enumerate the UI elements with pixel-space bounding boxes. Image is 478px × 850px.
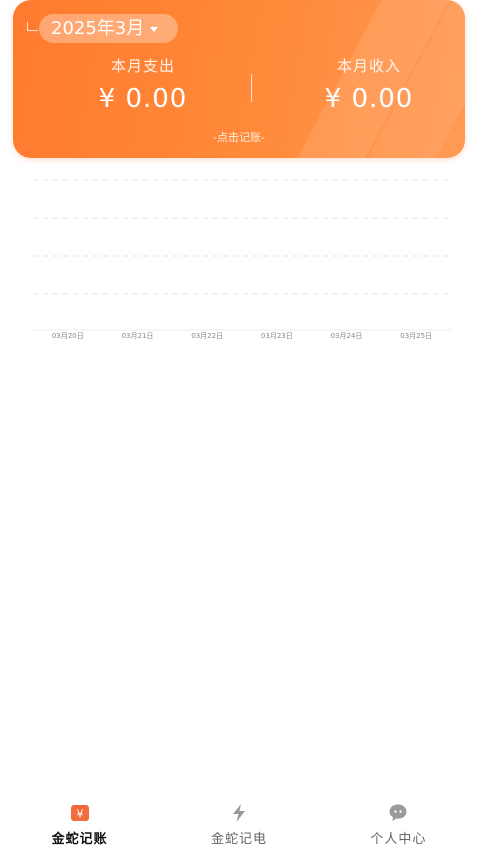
tab-label: 金蛇记电 bbox=[210, 832, 267, 847]
monthly-summary-card: 2025年3月 本月支出 ¥ 0.00 本月收入 ¥ 0.00 -点击记账- bbox=[13, 0, 465, 158]
tab-electricity[interactable]: 金蛇记电 bbox=[159, 790, 318, 850]
caret-down-icon bbox=[150, 27, 159, 32]
bottom-tab-bar: ¥ 金蛇记账 金蛇记电 个人中心 bbox=[0, 790, 478, 850]
svg-text:¥: ¥ bbox=[76, 808, 83, 821]
chart-x-tick-label: 03月20日 bbox=[52, 332, 84, 340]
chart-x-tick-label: 03月23日 bbox=[261, 332, 293, 340]
daily-chart: 03月20日 03月21日 03月22日 03月23日 03月24日 03月25日 bbox=[33, 179, 451, 340]
chart-x-tick-label: 03月22日 bbox=[191, 332, 223, 340]
monthly-income: 本月收入 ¥ 0.00 bbox=[269, 55, 465, 114]
chat-bubble-icon bbox=[387, 802, 409, 824]
chart-x-tick-label: 03月21日 bbox=[122, 332, 154, 340]
monthly-expense: 本月支出 ¥ 0.00 bbox=[43, 55, 243, 114]
income-value: ¥ 0.00 bbox=[324, 84, 414, 114]
month-picker-label: 2025年3月 bbox=[51, 18, 145, 39]
month-picker-button[interactable]: 2025年3月 bbox=[39, 14, 179, 43]
corner-bracket-icon bbox=[27, 22, 38, 31]
yen-ticket-icon: ¥ bbox=[69, 802, 91, 824]
app-screen: 2025年3月 本月支出 ¥ 0.00 本月收入 ¥ 0.00 -点击记账- 0… bbox=[0, 0, 478, 850]
chart-x-tick-label: 03月25日 bbox=[400, 332, 432, 340]
expense-value: ¥ 0.00 bbox=[98, 84, 188, 114]
lightning-icon bbox=[228, 802, 250, 824]
stat-divider bbox=[251, 74, 252, 102]
tab-label: 金蛇记账 bbox=[51, 832, 108, 847]
tab-label: 个人中心 bbox=[370, 832, 427, 847]
tab-profile[interactable]: 个人中心 bbox=[319, 790, 478, 850]
tab-bookkeeping[interactable]: ¥ 金蛇记账 bbox=[0, 790, 159, 850]
record-entry-link[interactable]: -点击记账- bbox=[13, 129, 465, 145]
chart-x-tick-label: 03月24日 bbox=[331, 332, 363, 340]
expense-label: 本月支出 bbox=[110, 57, 175, 75]
income-label: 本月收入 bbox=[336, 57, 401, 75]
